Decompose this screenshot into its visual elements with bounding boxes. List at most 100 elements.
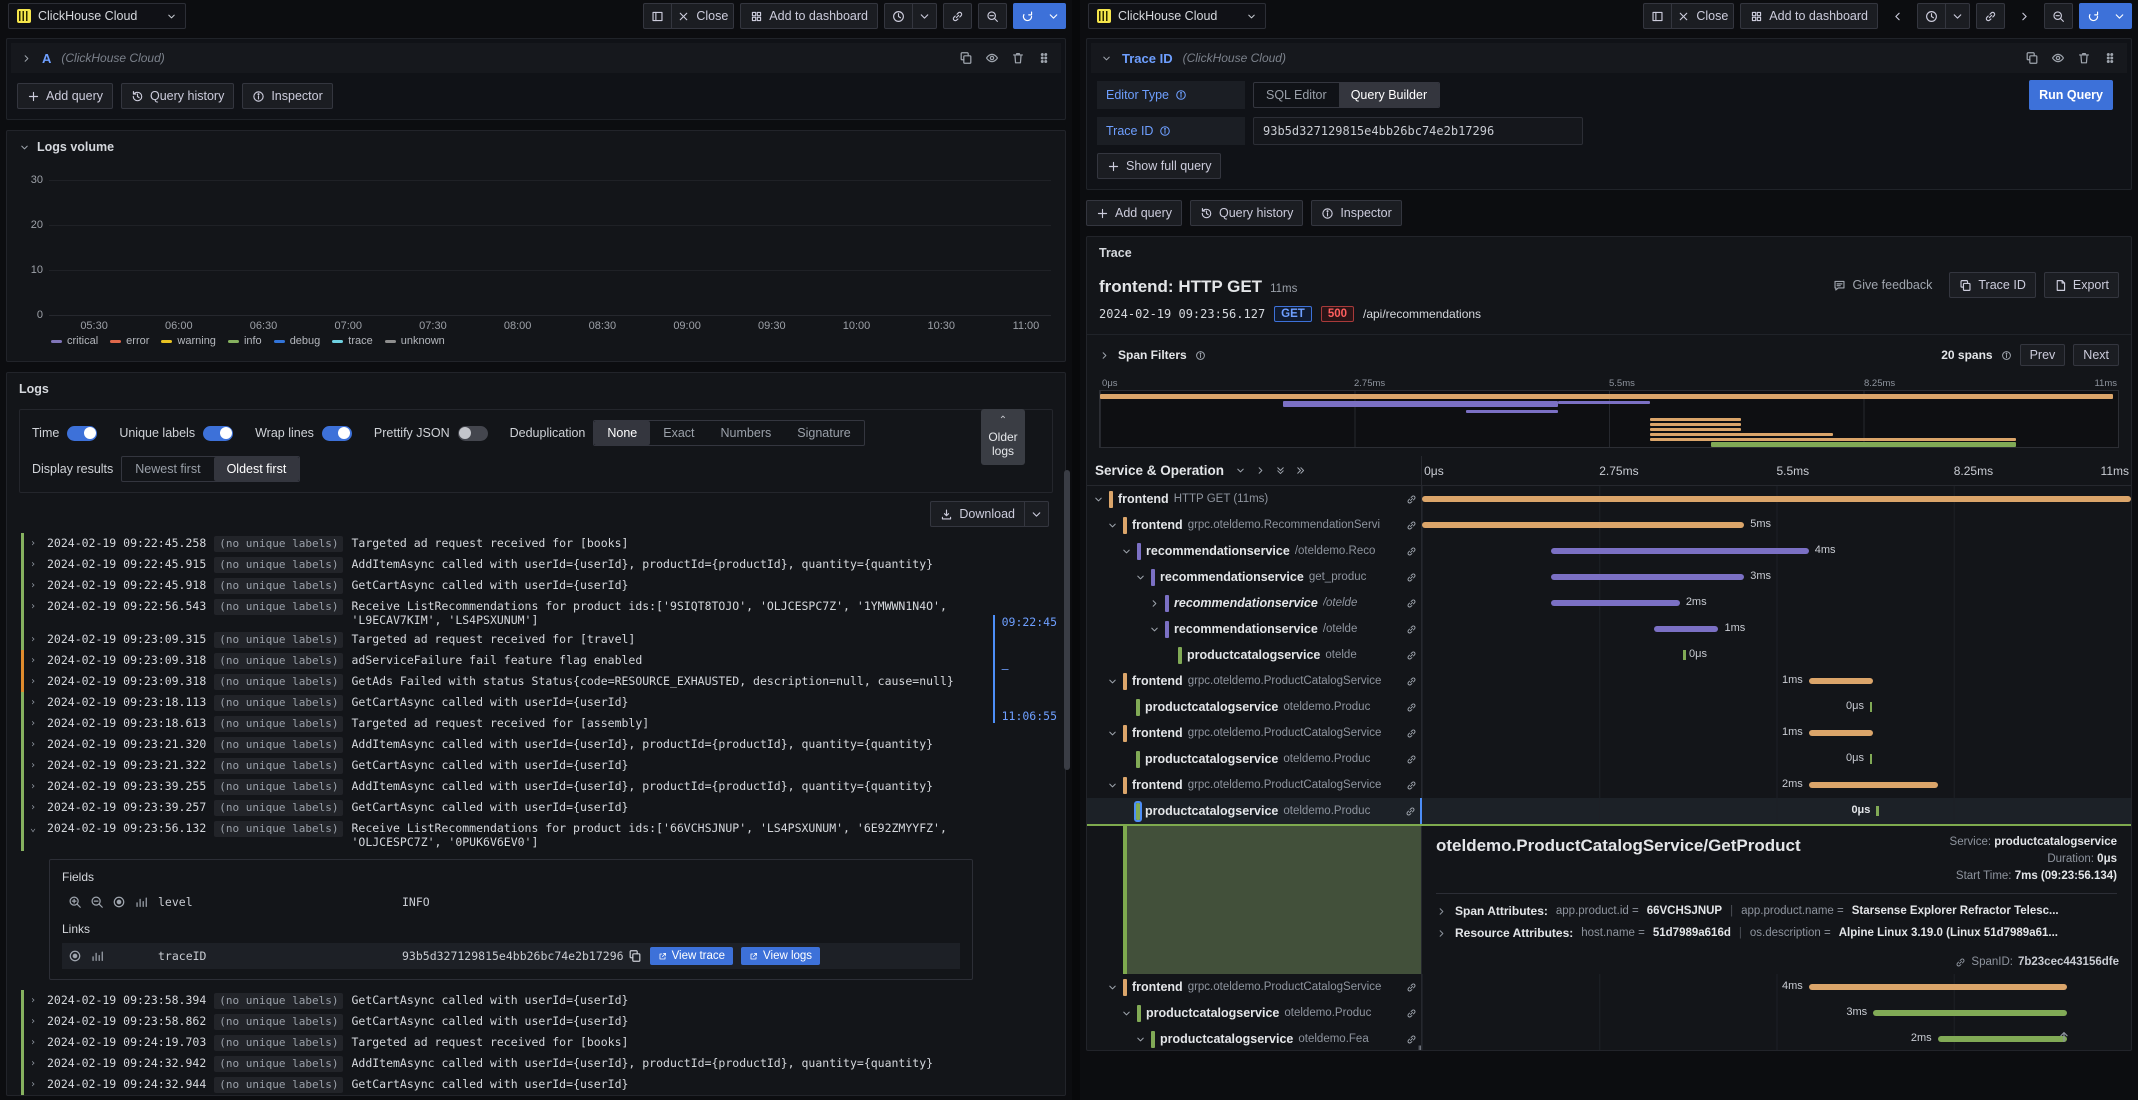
run-refresh-caret[interactable] <box>1042 3 1066 29</box>
expand-all-icon[interactable] <box>1295 465 1306 476</box>
span-duration-tick[interactable] <box>1869 702 1873 712</box>
span-row[interactable]: productcatalogservice oteldemo.Produc 3ms <box>1087 1000 2131 1026</box>
view-logs-button[interactable]: View logs <box>741 947 821 965</box>
span-row[interactable]: recommendationservice/oteldemo.Reco 4ms <box>1087 538 2131 564</box>
query-row-header[interactable]: Trace ID (ClickHouse Cloud) <box>1091 43 2127 73</box>
chevron-right-icon[interactable]: › <box>30 779 39 794</box>
datasource-picker[interactable]: ClickHouse Cloud <box>1088 3 1266 29</box>
run-refresh-button[interactable] <box>1013 3 1042 29</box>
wrap-lines-toggle[interactable] <box>321 425 352 441</box>
time-toggle[interactable] <box>67 425 98 441</box>
info-icon[interactable] <box>1195 350 1206 361</box>
span-row[interactable]: productcatalogservice oteldemo.Fea 2ms <box>1087 1026 2131 1050</box>
log-row[interactable]: › 2024-02-19 09:22:45.915 (no unique label… <box>21 554 1053 575</box>
trace-id-button[interactable]: Trace ID <box>1949 272 2036 298</box>
hide-response-icon[interactable] <box>2051 51 2065 65</box>
prev-span-button[interactable]: Prev <box>2019 344 2066 366</box>
span-duration-bar[interactable] <box>1808 678 1874 684</box>
share-link-button[interactable] <box>1976 3 2005 29</box>
legend-item-debug[interactable]: debug <box>273 335 320 347</box>
chevron-right-icon[interactable]: › <box>30 674 39 689</box>
older-logs-button[interactable]: ⌃ Older logs <box>981 409 1025 465</box>
add-to-dashboard-button[interactable]: Add to dashboard <box>740 3 878 29</box>
dedup-option-signature[interactable]: Signature <box>784 421 864 445</box>
span-name-cell[interactable]: productcatalogservice oteldemo.Produc <box>1087 1000 1422 1026</box>
span-duration-bar[interactable] <box>1422 522 1745 528</box>
span-row[interactable]: productcatalogservice oteldemo.Produc 0μs <box>1087 798 2131 824</box>
span-name-cell[interactable]: frontend grpc.oteldemo.ProductCatalogServ… <box>1087 668 1422 694</box>
span-name-cell[interactable]: recommendationservice/otelde <box>1087 616 1422 642</box>
span-timeline-cell[interactable]: 4ms <box>1422 538 2131 564</box>
download-caret[interactable] <box>1025 501 1049 527</box>
span-name-cell[interactable]: frontend HTTP GET (11ms) <box>1087 486 1422 512</box>
view-trace-button[interactable]: View trace <box>649 947 734 965</box>
query-builder-option[interactable]: Query Builder <box>1338 83 1440 107</box>
scroll-to-top-icon[interactable] <box>2057 1030 2071 1044</box>
log-row[interactable]: › 2024-02-19 09:24:32.944 (no unique label… <box>21 1074 1053 1095</box>
span-row[interactable]: frontend grpc.oteldemo.ProductCatalogServ… <box>1087 772 2131 798</box>
span-duration-bar[interactable] <box>1937 1036 2067 1042</box>
collapse-all-icon[interactable] <box>1275 465 1286 476</box>
span-timeline-cell[interactable]: 0μs <box>1422 746 2131 772</box>
dedup-option-none[interactable]: None <box>594 421 651 445</box>
query-history-button[interactable]: Query history <box>120 83 235 109</box>
span-duration-bar[interactable] <box>1808 984 2067 990</box>
close-pane-button[interactable]: Close <box>1672 3 1735 29</box>
export-button[interactable]: Export <box>2043 272 2119 298</box>
chevron-right-icon[interactable]: › <box>30 716 39 731</box>
next-span-button[interactable]: Next <box>2073 344 2119 366</box>
add-query-button[interactable]: Add query <box>1086 200 1182 226</box>
span-row[interactable]: frontend grpc.oteldemo.RecommendationServ… <box>1087 512 2131 538</box>
log-row[interactable]: › 2024-02-19 09:23:39.255 (no unique label… <box>21 776 1053 797</box>
trace-minimap[interactable]: 0μs 2.75ms 5.5ms 8.25ms 11ms <box>1099 377 2119 448</box>
span-row[interactable]: recommendationservice/otelde 1ms <box>1087 616 2131 642</box>
add-to-dashboard-button[interactable]: Add to dashboard <box>1740 3 1878 29</box>
logs-volume-chart[interactable]: 0 10 20 30 <box>31 167 1051 321</box>
log-row[interactable]: › 2024-02-19 09:23:58.862 (no unique label… <box>21 1011 1053 1032</box>
span-row[interactable]: productcatalogservice oteldemo.Produc 0μs <box>1087 746 2131 772</box>
span-row[interactable]: frontend HTTP GET (11ms) <box>1087 486 2131 512</box>
span-row[interactable]: recommendationservice/otelde 2ms <box>1087 590 2131 616</box>
time-picker-button[interactable] <box>884 3 913 29</box>
trace-id-input[interactable] <box>1253 117 1583 145</box>
log-row[interactable]: › 2024-02-19 09:22:56.543 (no unique label… <box>21 596 1053 629</box>
log-row[interactable]: › 2024-02-19 09:23:09.318 (no unique label… <box>21 650 1053 671</box>
download-button[interactable]: Download <box>930 501 1025 527</box>
query-ref-id[interactable]: Trace ID <box>1122 51 1173 66</box>
span-name-cell[interactable]: productcatalogservice oteldemo.Produc <box>1087 694 1422 720</box>
chevron-right-icon[interactable]: › <box>30 1056 39 1071</box>
chevron-right-icon[interactable]: › <box>30 653 39 668</box>
run-refresh-caret[interactable] <box>2108 3 2132 29</box>
add-query-button[interactable]: Add query <box>17 83 113 109</box>
span-row[interactable]: recommendationservice get_produc 3ms <box>1087 564 2131 590</box>
chevron-right-icon[interactable]: › <box>30 557 39 572</box>
span-timeline-cell[interactable]: 0μs <box>1422 798 2131 824</box>
span-name-cell[interactable]: recommendationservice/oteldemo.Reco <box>1087 538 1422 564</box>
resource-attributes-row[interactable]: Resource Attributes: host.name = 51d7989a6… <box>1436 922 2117 944</box>
zoom-out-button[interactable] <box>2044 3 2073 29</box>
span-name-cell[interactable]: frontend grpc.oteldemo.ProductCatalogServ… <box>1087 974 1422 1000</box>
sort-chevron-down-icon[interactable] <box>1235 465 1246 476</box>
span-row[interactable]: productcatalogservice otelde 0μs <box>1087 642 2131 668</box>
span-row[interactable]: frontend grpc.oteldemo.ProductCatalogServ… <box>1087 720 2131 746</box>
dedup-option-exact[interactable]: Exact <box>650 421 707 445</box>
log-row[interactable]: › 2024-02-19 09:24:19.703 (no unique label… <box>21 1032 1053 1053</box>
span-name-cell[interactable]: productcatalogservice oteldemo.Fea <box>1087 1026 1422 1050</box>
chevron-right-icon[interactable]: › <box>30 993 39 1008</box>
span-name-cell[interactable]: frontend grpc.oteldemo.ProductCatalogServ… <box>1087 720 1422 746</box>
span-name-cell[interactable]: productcatalogservice oteldemo.Produc <box>1087 798 1422 824</box>
chevron-right-icon[interactable]: › <box>30 695 39 710</box>
span-attributes-row[interactable]: Span Attributes: app.product.id = 66VCHSJN… <box>1436 900 2117 922</box>
dedup-option-numbers[interactable]: Numbers <box>708 421 785 445</box>
span-timeline-cell[interactable]: 1ms <box>1422 616 2131 642</box>
chevron-right-icon[interactable]: › <box>30 578 39 593</box>
log-row[interactable]: › 2024-02-19 09:24:32.942 (no unique label… <box>21 1053 1053 1074</box>
remove-query-icon[interactable] <box>1011 51 1025 65</box>
span-timeline-cell[interactable]: 2ms <box>1422 590 2131 616</box>
share-link-button[interactable] <box>943 3 972 29</box>
span-timeline-cell[interactable]: 0μs <box>1422 642 2131 668</box>
span-duration-bar[interactable] <box>1654 626 1719 632</box>
split-pane-button[interactable] <box>643 3 673 29</box>
span-name-cell[interactable]: recommendationservice get_produc <box>1087 564 1422 590</box>
span-row[interactable]: productcatalogservice oteldemo.Produc 0μs <box>1087 694 2131 720</box>
